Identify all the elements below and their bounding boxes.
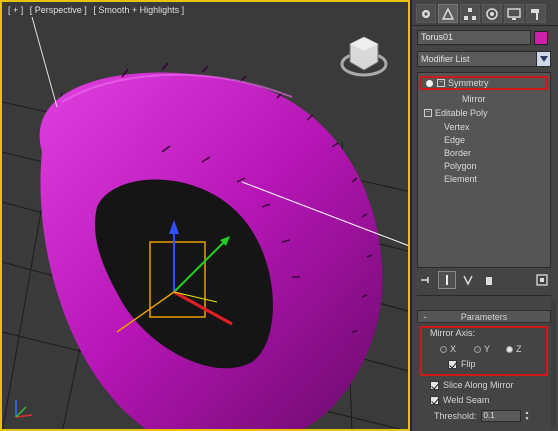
selection-line	[31, 16, 58, 108]
viewcube-icon[interactable]	[340, 36, 388, 77]
slice-along-mirror-checkbox[interactable]: Slice Along Mirror	[430, 380, 514, 390]
collapse-icon[interactable]: -	[418, 312, 432, 322]
sub-object-border[interactable]: Border	[444, 147, 471, 159]
mirror-axis-group: Mirror Axis: X Y Z Flip	[420, 326, 548, 376]
viewport-menu-plus[interactable]: [ + ]	[8, 5, 23, 15]
configure-icon	[536, 274, 548, 286]
viewport-view-label[interactable]: [ Perspective ]	[30, 5, 87, 15]
checkbox-label: Flip	[461, 359, 476, 369]
make-unique-button[interactable]	[459, 271, 477, 289]
threshold-row: Threshold: 0.1 ▲ ▼	[434, 410, 533, 422]
modifier-list-label: Modifier List	[421, 54, 470, 64]
stack-item-symmetry[interactable]: − Symmetry	[420, 76, 548, 90]
tab-hierarchy[interactable]	[460, 4, 480, 23]
flip-checkbox[interactable]: Flip	[448, 359, 476, 369]
divider	[417, 295, 551, 296]
remove-modifier-button[interactable]	[480, 271, 498, 289]
viewport-label[interactable]: [ + ] [ Perspective ] [ Smooth + Highlig…	[8, 5, 188, 15]
stack-toolbar	[417, 270, 551, 290]
checkbox-label: Slice Along Mirror	[443, 380, 514, 390]
display-icon	[507, 7, 521, 20]
chevron-down-icon[interactable]	[536, 52, 550, 66]
show-end-result-button[interactable]	[438, 271, 456, 289]
scene-render	[2, 16, 408, 431]
panel-scrollbar[interactable]	[551, 300, 556, 428]
radio-axis-x[interactable]: X	[440, 344, 456, 354]
checkbox-label: Weld Seam	[443, 395, 490, 405]
spinner-down-icon[interactable]: ▼	[525, 416, 533, 422]
radio-icon	[440, 345, 447, 353]
trash-icon	[486, 277, 492, 285]
sub-object-element[interactable]: Element	[444, 173, 477, 185]
radio-label: Z	[516, 344, 522, 354]
torus-object[interactable]	[39, 62, 383, 431]
pin-icon	[421, 277, 429, 283]
tab-display[interactable]	[504, 4, 524, 23]
viewport-shading-label[interactable]: [ Smooth + Highlights ]	[93, 5, 184, 15]
checkbox-icon	[430, 395, 439, 405]
configure-modifier-sets-button[interactable]	[533, 271, 551, 289]
sub-object-polygon[interactable]: Polygon	[444, 160, 477, 172]
command-panel-tabs	[412, 0, 558, 26]
mirror-axis-label: Mirror Axis:	[430, 328, 475, 338]
tab-create[interactable]	[416, 4, 436, 23]
radio-label: X	[450, 344, 457, 354]
threshold-field[interactable]: 0.1	[480, 410, 521, 422]
checkbox-icon	[448, 359, 457, 369]
tab-utilities[interactable]	[526, 4, 546, 23]
end-result-icon	[446, 275, 448, 285]
checkbox-icon	[430, 380, 439, 390]
gear-icon	[422, 9, 430, 18]
weld-seam-checkbox[interactable]: Weld Seam	[430, 395, 489, 405]
radio-axis-z[interactable]: Z	[506, 344, 522, 354]
modify-icon	[441, 6, 455, 20]
tab-modify[interactable]	[438, 4, 458, 23]
stack-item-mirror[interactable]: Mirror	[462, 93, 486, 105]
lightbulb-icon[interactable]	[426, 79, 433, 87]
motion-icon	[486, 7, 498, 20]
collapse-icon[interactable]: −	[437, 79, 445, 87]
parameters-rollout-header[interactable]: - Parameters	[417, 310, 551, 323]
axis-tripod-icon	[15, 400, 33, 418]
radio-label: Y	[484, 344, 491, 354]
modifier-stack: − Symmetry Mirror − Editable Poly Vertex…	[417, 72, 551, 268]
tab-motion[interactable]	[482, 4, 502, 23]
command-panel: Torus01 Modifier List − Symmetry Mirror …	[411, 0, 558, 431]
object-name-field[interactable]: Torus01	[417, 30, 531, 45]
pin-stack-button[interactable]	[417, 271, 435, 289]
radio-icon	[506, 345, 513, 353]
sub-object-vertex[interactable]: Vertex	[444, 121, 470, 133]
collapse-icon[interactable]: −	[424, 109, 432, 117]
object-color-swatch[interactable]	[534, 30, 548, 45]
stack-item-editable-poly[interactable]: − Editable Poly	[424, 107, 488, 119]
threshold-label: Threshold:	[434, 411, 477, 421]
rollout-title: Parameters	[460, 311, 508, 322]
stack-item-label: Symmetry	[448, 78, 489, 88]
stack-item-label: Editable Poly	[435, 108, 488, 118]
hierarchy-icon	[464, 7, 476, 20]
hammer-icon	[531, 8, 539, 20]
radio-axis-y[interactable]: Y	[474, 344, 490, 354]
threshold-spinner[interactable]: ▲ ▼	[525, 410, 533, 422]
sub-object-edge[interactable]: Edge	[444, 134, 465, 146]
radio-icon	[474, 345, 481, 353]
perspective-viewport[interactable]: [ + ] [ Perspective ] [ Smooth + Highlig…	[0, 0, 410, 431]
modifier-list-dropdown[interactable]: Modifier List	[417, 51, 551, 67]
make-unique-icon	[463, 275, 473, 286]
